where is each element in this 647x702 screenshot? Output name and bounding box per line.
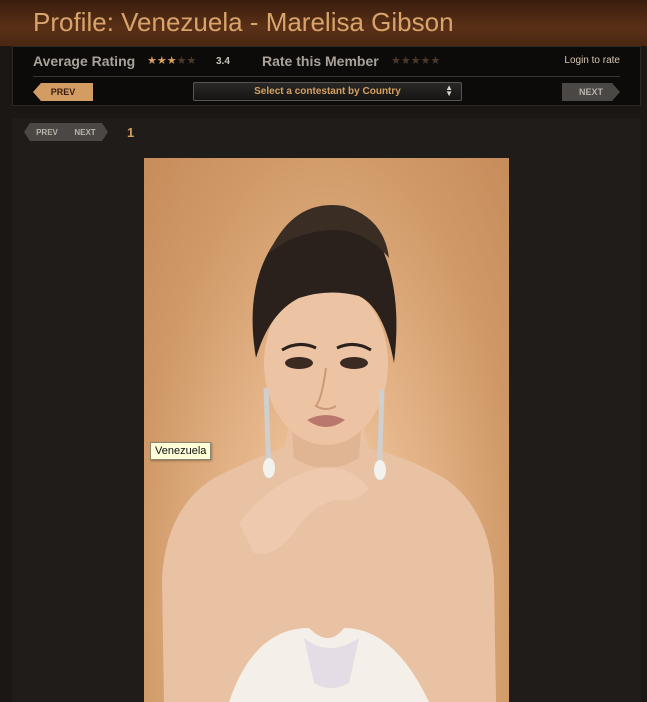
gallery-next-button[interactable]: NEXT — [66, 123, 108, 141]
star-icon[interactable]: ★ — [421, 55, 431, 67]
star-icon: ★ — [186, 55, 197, 67]
country-tooltip: Venezuela — [150, 442, 212, 460]
star-icon[interactable]: ★ — [411, 55, 421, 67]
country-select-value: Select a contestant by Country — [254, 86, 401, 97]
country-select[interactable]: Select a contestant by Country ▲ ▼ — [193, 82, 462, 101]
page-title: Profile: Venezuela - Marelisa Gibson — [33, 7, 454, 37]
prev-button[interactable]: PREV — [33, 83, 93, 101]
average-rating-label: Average Rating — [33, 53, 136, 69]
average-rating-stars: ★★★★★ — [147, 54, 196, 67]
rating-panel: Average Rating ★★★★★ 3.4 Rate this Membe… — [12, 46, 641, 106]
star-icon: ★ — [147, 55, 157, 67]
average-rating-value: 3.4 — [216, 56, 230, 67]
page-number[interactable]: 1 — [127, 125, 134, 140]
star-icon[interactable]: ★ — [391, 55, 401, 67]
select-arrows-icon: ▲ ▼ — [445, 83, 453, 98]
page-header: Profile: Venezuela - Marelisa Gibson — [0, 0, 647, 46]
star-icon[interactable]: ★ — [431, 55, 441, 67]
gallery-prev-button[interactable]: PREV — [24, 123, 66, 141]
rate-member-stars[interactable]: ★★★★★ — [391, 54, 440, 67]
portrait-illustration — [162, 204, 496, 702]
star-icon[interactable]: ★ — [401, 55, 411, 67]
star-icon: ★ — [156, 55, 167, 67]
star-icon: ★ — [166, 55, 177, 67]
contestant-photo — [144, 158, 509, 702]
divider — [33, 76, 620, 77]
rate-member-label: Rate this Member — [262, 53, 379, 69]
star-icon: ★ — [176, 55, 187, 67]
next-button[interactable]: NEXT — [562, 83, 620, 101]
login-to-rate-link[interactable]: Login to rate — [564, 55, 620, 66]
